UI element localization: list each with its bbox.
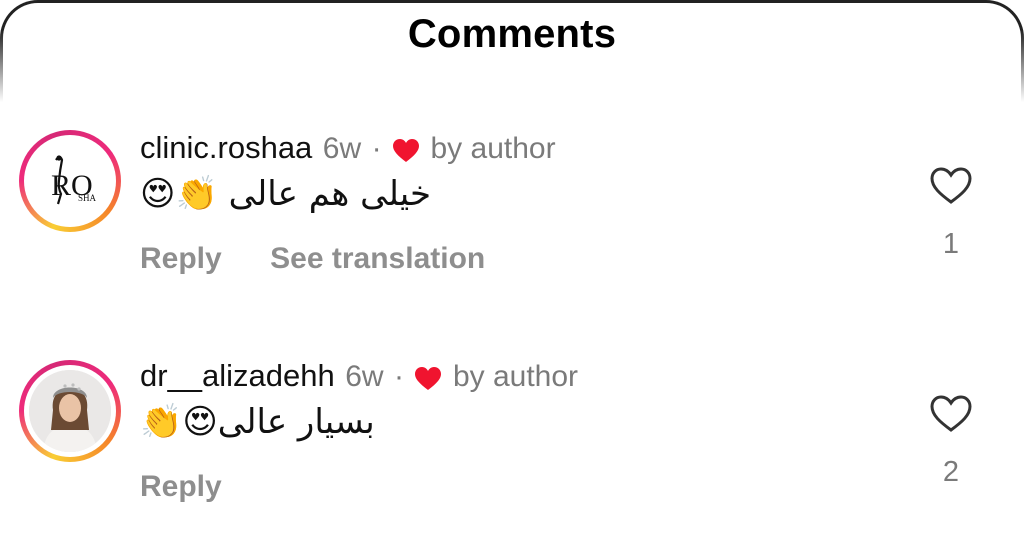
story-ring[interactable]	[19, 360, 121, 462]
avatar[interactable]: RO SHA	[29, 140, 111, 222]
separator-dot: ·	[371, 132, 382, 165]
comment-text: خیلی هم عالی 👏😍	[140, 174, 431, 214]
timestamp: 6w	[345, 360, 384, 393]
page-title: Comments	[407, 12, 617, 56]
heart-outline-icon	[930, 395, 972, 432]
avatar-border	[24, 365, 116, 457]
heart-filled-icon	[415, 366, 442, 390]
comment-actions: Reply	[140, 470, 222, 504]
separator-dot: ·	[394, 360, 405, 393]
story-ring[interactable]: RO SHA	[19, 130, 121, 232]
comment-item: dr__alizadehh 6w · by author بسیار عالی😍…	[0, 356, 1024, 536]
like-count: 2	[942, 456, 960, 488]
clinic-logo-icon: RO SHA	[29, 140, 111, 222]
username[interactable]: clinic.roshaa	[140, 130, 312, 165]
reply-button[interactable]: Reply	[140, 242, 222, 276]
comment-meta: clinic.roshaa 6w · by author	[140, 130, 556, 170]
timestamp: 6w	[322, 132, 362, 165]
username[interactable]: dr__alizadehh	[140, 358, 335, 393]
like-button[interactable]	[929, 394, 973, 434]
logo-sub-letters: SHA	[78, 193, 97, 203]
comment-item: RO SHA clinic.roshaa 6w · by author خیلی…	[0, 128, 1024, 308]
like-count: 1	[942, 228, 960, 260]
reply-button[interactable]: Reply	[140, 470, 222, 504]
comment-text: بسیار عالی😍👏	[140, 402, 375, 442]
see-translation-button[interactable]: See translation	[270, 242, 485, 276]
heart-filled-icon	[393, 138, 420, 162]
comment-meta: dr__alizadehh 6w · by author	[140, 358, 578, 398]
like-button[interactable]	[929, 166, 973, 206]
liked-by-author-label: by author	[452, 360, 579, 393]
comment-actions: Reply See translation	[140, 242, 485, 276]
liked-by-author-label: by author	[430, 132, 556, 165]
avatar-border: RO SHA	[24, 135, 116, 227]
avatar[interactable]	[29, 370, 111, 452]
profile-photo-icon	[29, 370, 111, 452]
heart-outline-icon	[930, 167, 972, 204]
